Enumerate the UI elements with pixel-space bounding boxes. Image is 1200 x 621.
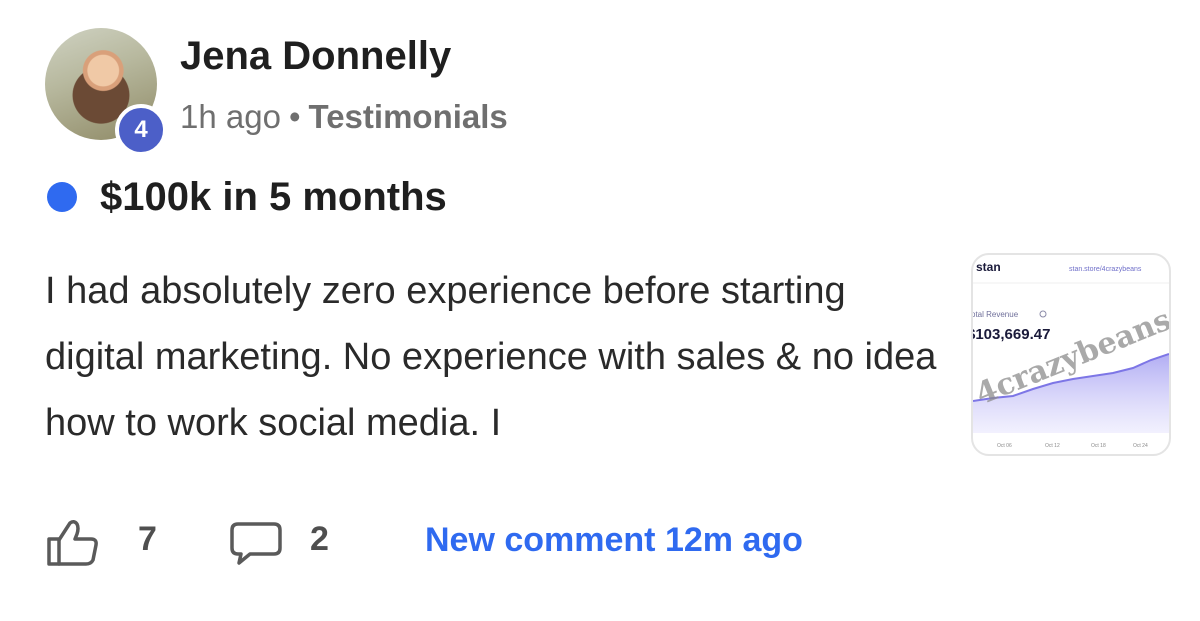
level-badge: 4: [115, 104, 167, 156]
post-card[interactable]: 4 Jena Donnelly 1h ago • Testimonials $100…: [0, 0, 1200, 621]
thumb-brand: stan: [976, 260, 1001, 274]
post-thumbnail[interactable]: stan stan.store/4crazybeans Total Revenu…: [971, 253, 1171, 456]
x-tick: Oct 12: [1045, 443, 1060, 449]
like-count: 7: [138, 520, 157, 558]
meta-separator: •: [288, 98, 301, 135]
comment-count: 2: [310, 520, 329, 558]
thumb-store-url: stan.store/4crazybeans: [1069, 266, 1142, 273]
revenue-screenshot: stan stan.store/4crazybeans Total Revenu…: [973, 260, 1169, 449]
post-time: 1h ago: [180, 98, 281, 135]
x-tick: Oct 06: [997, 443, 1012, 449]
info-icon: [1039, 310, 1047, 318]
post-body[interactable]: I had absolutely zero experience before …: [45, 258, 955, 456]
thumb-metric-label: Total Revenue: [973, 310, 1019, 319]
x-tick: Oct 18: [1091, 443, 1106, 449]
comment-icon[interactable]: [228, 518, 284, 568]
new-comment-link[interactable]: New comment 12m ago: [425, 521, 803, 560]
author-name[interactable]: Jena Donnelly: [180, 34, 451, 79]
like-icon[interactable]: [44, 518, 102, 568]
unread-indicator-icon: [47, 182, 77, 212]
thumb-metric-value: $103,669.47: [973, 326, 1050, 343]
author-avatar-wrap[interactable]: 4: [45, 28, 167, 156]
post-meta: 1h ago • Testimonials: [180, 98, 508, 136]
x-tick: Oct 24: [1133, 443, 1148, 449]
post-title[interactable]: $100k in 5 months: [100, 175, 447, 220]
post-category[interactable]: Testimonials: [309, 98, 508, 135]
